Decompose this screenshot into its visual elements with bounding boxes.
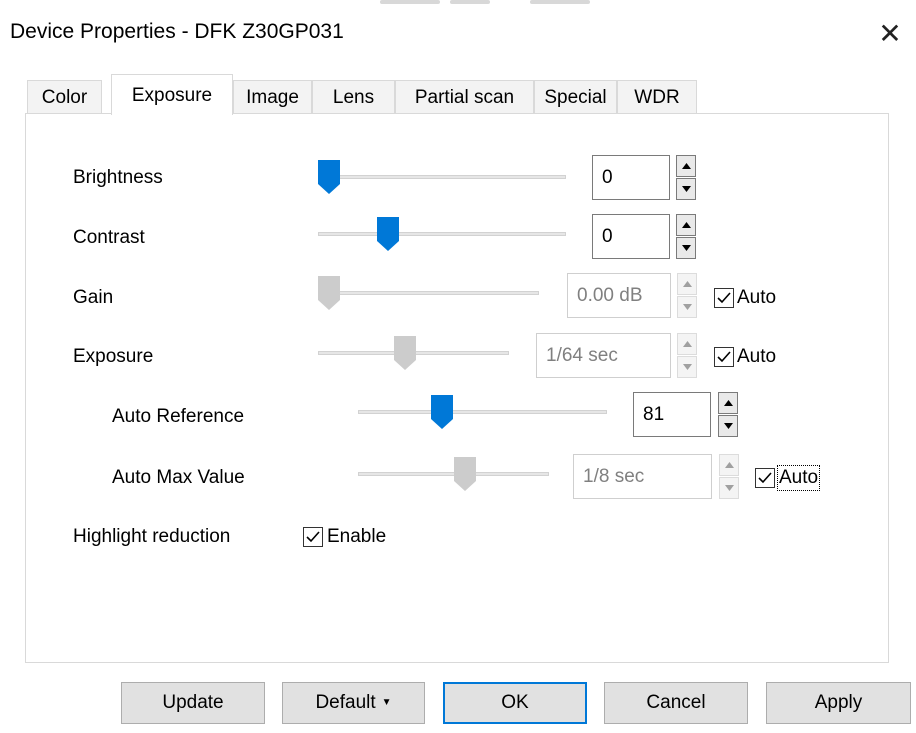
auto-reference-slider-thumb[interactable] [430, 395, 453, 429]
spin-up-icon [719, 454, 739, 476]
default-button-label: Default [315, 692, 376, 714]
default-button[interactable]: Default ▼ [282, 682, 425, 724]
title-bar: Device Properties - DFK Z30GP031 ✕ [0, 0, 916, 72]
highlight-reduction-enable-checkbox[interactable] [303, 527, 323, 547]
spin-up-icon[interactable] [718, 392, 738, 414]
gain-auto-checkbox[interactable] [714, 288, 734, 308]
dropdown-arrow-icon: ▼ [381, 697, 392, 708]
title-bar-artifact [380, 0, 680, 6]
auto-reference-slider[interactable] [358, 393, 607, 433]
spin-down-icon[interactable] [676, 237, 696, 259]
ok-button[interactable]: OK [443, 682, 587, 724]
cancel-button[interactable]: Cancel [604, 682, 748, 724]
tab-image[interactable]: Image [233, 80, 312, 114]
auto-max-value-slider [358, 455, 549, 495]
window-title: Device Properties - DFK Z30GP031 [10, 20, 344, 43]
brightness-slider-thumb[interactable] [318, 160, 340, 194]
contrast-label: Contrast [73, 227, 145, 248]
spin-up-icon[interactable] [676, 214, 696, 236]
gain-input: 0.00 dB [567, 273, 671, 318]
exposure-slider [318, 334, 509, 374]
contrast-input[interactable]: 0 [592, 214, 670, 259]
auto-max-value-auto-label[interactable]: Auto [776, 465, 821, 491]
contrast-spinner[interactable] [676, 214, 696, 259]
highlight-reduction-enable-label[interactable]: Enable [327, 526, 386, 548]
auto-max-value-slider-thumb [454, 457, 477, 491]
exposure-label: Exposure [73, 346, 154, 367]
tab-wdr[interactable]: WDR [617, 80, 697, 114]
auto-max-value-input: 1/8 sec [573, 454, 712, 499]
spin-up-icon [677, 333, 697, 355]
gain-spinner [677, 273, 697, 318]
gain-slider-thumb [318, 276, 340, 310]
exposure-spinner [677, 333, 697, 378]
tab-lens[interactable]: Lens [312, 80, 395, 114]
spin-down-icon [677, 296, 697, 318]
auto-reference-input[interactable]: 81 [633, 392, 711, 437]
brightness-spinner[interactable] [676, 155, 696, 200]
tab-color[interactable]: Color [27, 80, 102, 114]
gain-auto-label[interactable]: Auto [737, 287, 776, 309]
brightness-input[interactable]: 0 [592, 155, 670, 200]
contrast-slider[interactable] [318, 215, 566, 255]
auto-max-value-label: Auto Max Value [112, 467, 245, 488]
apply-button[interactable]: Apply [766, 682, 911, 724]
spin-up-icon[interactable] [676, 155, 696, 177]
brightness-slider[interactable] [318, 158, 566, 198]
gain-slider [318, 274, 539, 314]
brightness-label: Brightness [73, 167, 163, 188]
auto-reference-spinner[interactable] [718, 392, 738, 437]
tab-partial-scan[interactable]: Partial scan [395, 80, 534, 114]
spin-down-icon [677, 356, 697, 378]
spin-up-icon [677, 273, 697, 295]
spin-down-icon[interactable] [718, 415, 738, 437]
exposure-auto-label[interactable]: Auto [737, 346, 776, 368]
tab-exposure[interactable]: Exposure [111, 74, 233, 115]
auto-max-value-spinner [719, 454, 739, 499]
spin-down-icon[interactable] [676, 178, 696, 200]
spin-down-icon [719, 477, 739, 499]
exposure-slider-thumb [394, 336, 417, 370]
highlight-reduction-label: Highlight reduction [73, 526, 231, 547]
exposure-auto-checkbox[interactable] [714, 347, 734, 367]
tab-special[interactable]: Special [534, 80, 617, 114]
auto-max-value-auto-checkbox[interactable] [755, 468, 775, 488]
auto-reference-label: Auto Reference [112, 406, 245, 427]
exposure-input: 1/64 sec [536, 333, 671, 378]
close-icon[interactable]: ✕ [872, 14, 908, 54]
update-button[interactable]: Update [121, 682, 265, 724]
gain-label: Gain [73, 287, 114, 308]
contrast-slider-thumb[interactable] [376, 217, 399, 251]
